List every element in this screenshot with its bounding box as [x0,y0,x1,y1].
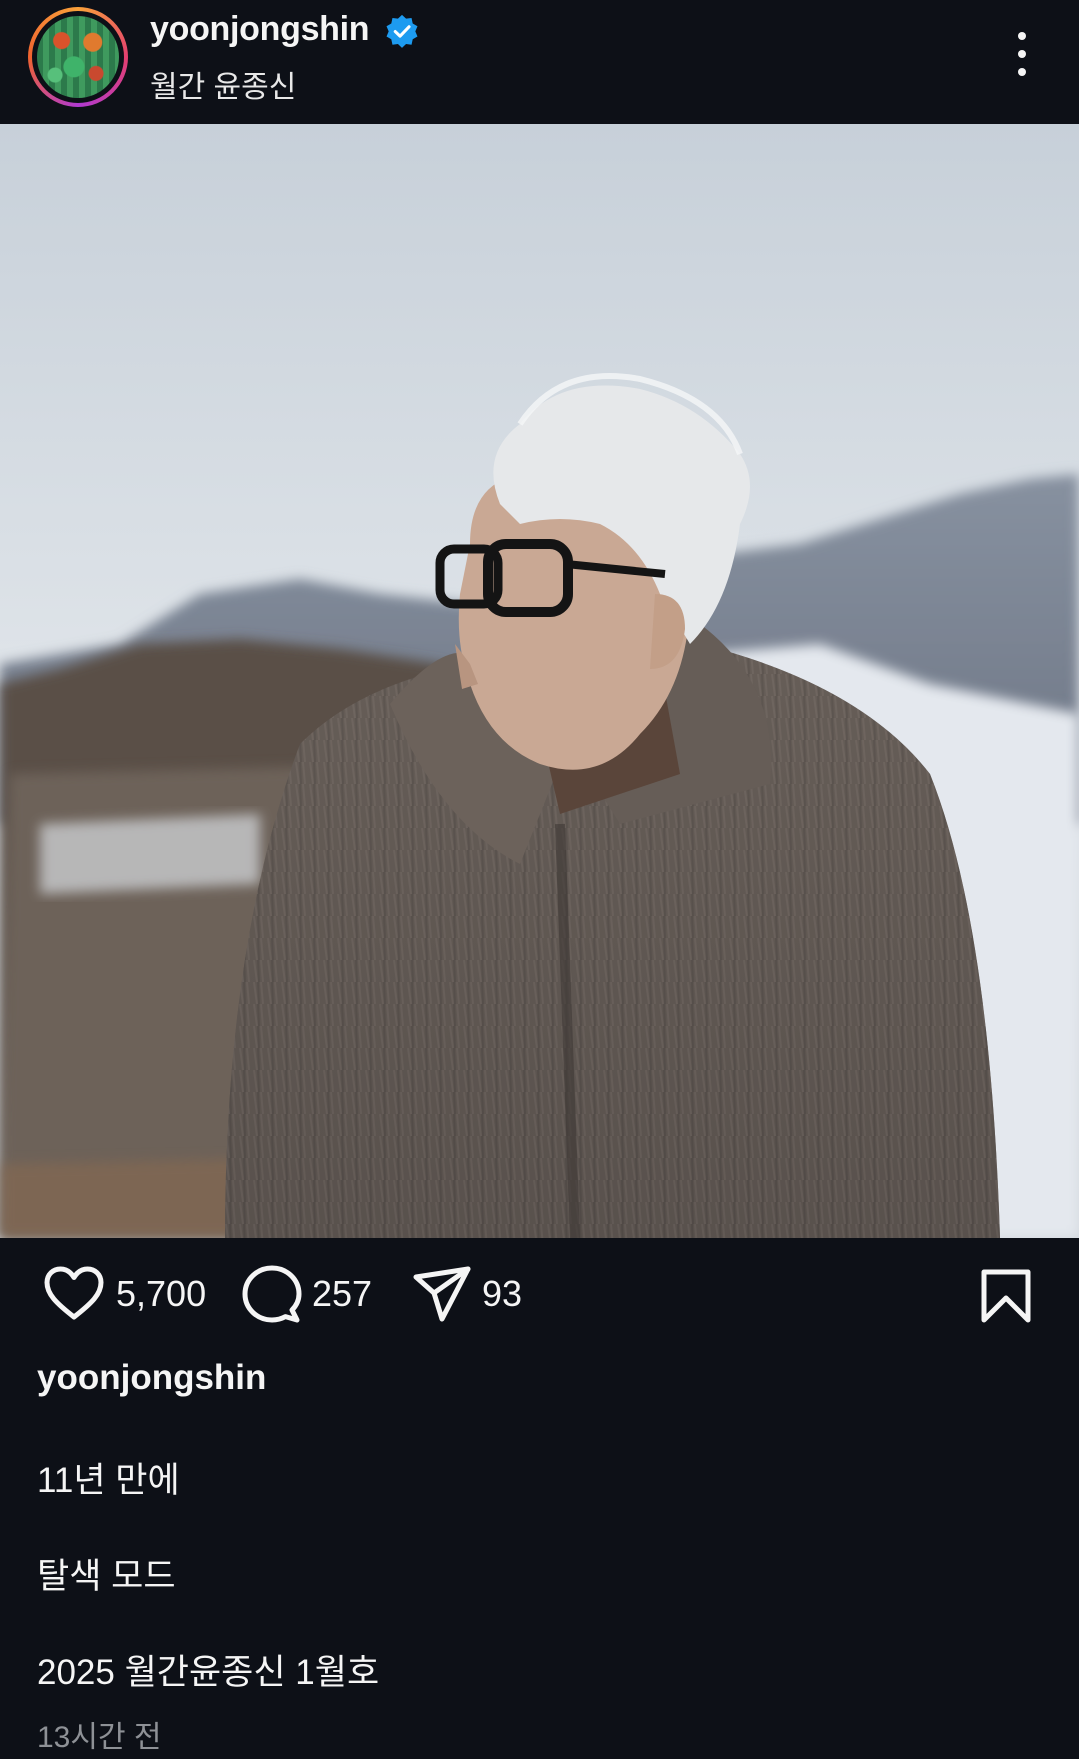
comment-action[interactable]: 257 [242,1264,372,1324]
like-count: 5,700 [116,1273,207,1314]
comment-count: 257 [312,1273,373,1314]
caption-line: 2025 월간윤종신 1월호 [37,1653,380,1692]
post-photo-illustration [0,124,1079,1238]
action-bar: 5,700 257 93 [0,1238,1079,1358]
heart-icon[interactable] [42,1265,106,1323]
share-action[interactable]: 93 [412,1264,522,1324]
send-icon[interactable] [412,1265,472,1323]
caption-line: 탈색 모드 [37,1557,176,1596]
verified-badge-icon [386,14,418,48]
like-action[interactable]: 5,700 [42,1264,206,1324]
bookmark-icon[interactable] [980,1268,1032,1324]
avatar-gap [32,11,124,103]
comment-icon[interactable] [242,1264,302,1324]
post-header: yoonjongshin 월간 윤종신 [0,0,1079,124]
story-ring[interactable] [28,7,128,107]
caption-username[interactable]: yoonjongshin [37,1358,266,1398]
more-options-icon[interactable] [1006,32,1038,80]
caption-line: 11년 만에 [37,1461,180,1500]
share-count: 93 [482,1273,523,1314]
post-timestamp: 13시간 전 [37,1721,162,1754]
profile-avatar[interactable] [37,16,119,98]
header-subtitle[interactable]: 월간 윤종신 [150,62,296,106]
header-username[interactable]: yoonjongshin [150,10,370,49]
post-image[interactable] [0,124,1079,1238]
